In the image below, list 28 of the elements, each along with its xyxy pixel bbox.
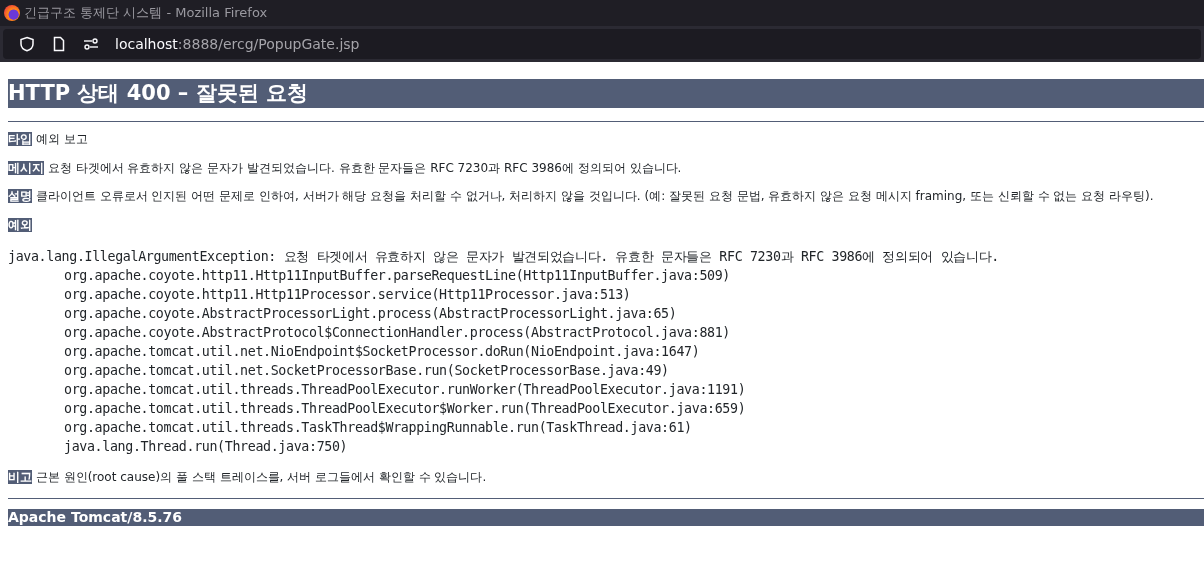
- stack-frame: org.apache.tomcat.util.threads.ThreadPoolExecutor.runWorker(ThreadPoolExecutor.java:1191): [64, 381, 746, 397]
- stack-frame: org.apache.tomcat.util.net.NioEndpoint$SocketProcessor.doRun(NioEndpoint.java:1647): [64, 343, 700, 359]
- field-text: 예외 보고: [35, 132, 88, 146]
- field-text: 클라이언트 오류로서 인지된 어떤 문제로 인하여, 서버가 해당 요청을 처리할 수 없거나, 처리하지 않을 것입니다. (예: 잘못된 요청 문법, 유효하지 않은 요청 메시지 framing, 또는 신뢰할 수 없는 요청 라우팅).: [35, 189, 1154, 203]
- stack-frame: org.apache.coyote.http11.Http11Processor.service(Http11Processor.java:513): [64, 286, 631, 302]
- stack-frame: org.apache.tomcat.util.threads.ThreadPoolExecutor$Worker.run(ThreadPoolExecutor.java:659): [64, 400, 746, 416]
- window-title: 긴급구조 통제단 시스템 - Mozilla Firefox: [24, 4, 268, 23]
- url-text[interactable]: localhost:8888/ercg/PopupGate.jsp: [115, 32, 360, 56]
- permissions-icon[interactable]: [83, 36, 99, 52]
- server-version: Apache Tomcat/8.5.76: [8, 509, 1204, 526]
- field-label: 타입: [8, 132, 32, 146]
- field-label: 설명: [8, 189, 32, 203]
- stack-frame: org.apache.coyote.AbstractProcessorLight.process(AbstractProcessorLight.java:65): [64, 305, 677, 321]
- shield-icon[interactable]: [19, 36, 35, 52]
- page-icon[interactable]: [51, 36, 67, 52]
- field-text: 근본 원인(root cause)의 풀 스택 트레이스를, 서버 로그들에서 확인할 수 있습니다.: [35, 469, 487, 484]
- stack-frame: org.apache.tomcat.util.net.SocketProcessorBase.run(SocketProcessorBase.java:49): [64, 362, 669, 378]
- stack-frame: java.lang.Thread.run(Thread.java:750): [64, 438, 348, 454]
- exception-line: java.lang.IllegalArgumentException: 요청 타겟에서 유효하지 않은 문자가 발견되었습니다. 유효한 문자들은 RFC 7230과 RFC 3986에 정의되어 있습니다.: [8, 247, 999, 266]
- field-text: 요청 타겟에서 유효하지 않은 문자가 발견되었습니다. 유효한 문자들은 RFC 7230과 RFC 3986에 정의되어 있습니다.: [47, 160, 682, 175]
- stack-frame: org.apache.tomcat.util.threads.TaskThread$WrappingRunnable.run(TaskThread.java:61): [64, 419, 692, 435]
- page-heading: HTTP 상태 400 – 잘못된 요청: [8, 79, 1204, 108]
- stack-frame: org.apache.coyote.AbstractProtocol$ConnectionHandler.process(AbstractProtocol.java:881): [64, 324, 731, 340]
- field-label: 메시지: [8, 160, 44, 175]
- field-label: 예외: [8, 217, 32, 232]
- browser-logo-icon: [4, 5, 20, 21]
- stack-frame: org.apache.coyote.http11.Http11InputBuffer.parseRequestLine(Http11InputBuffer.java:509): [64, 267, 731, 283]
- field-label: 비고: [8, 469, 32, 484]
